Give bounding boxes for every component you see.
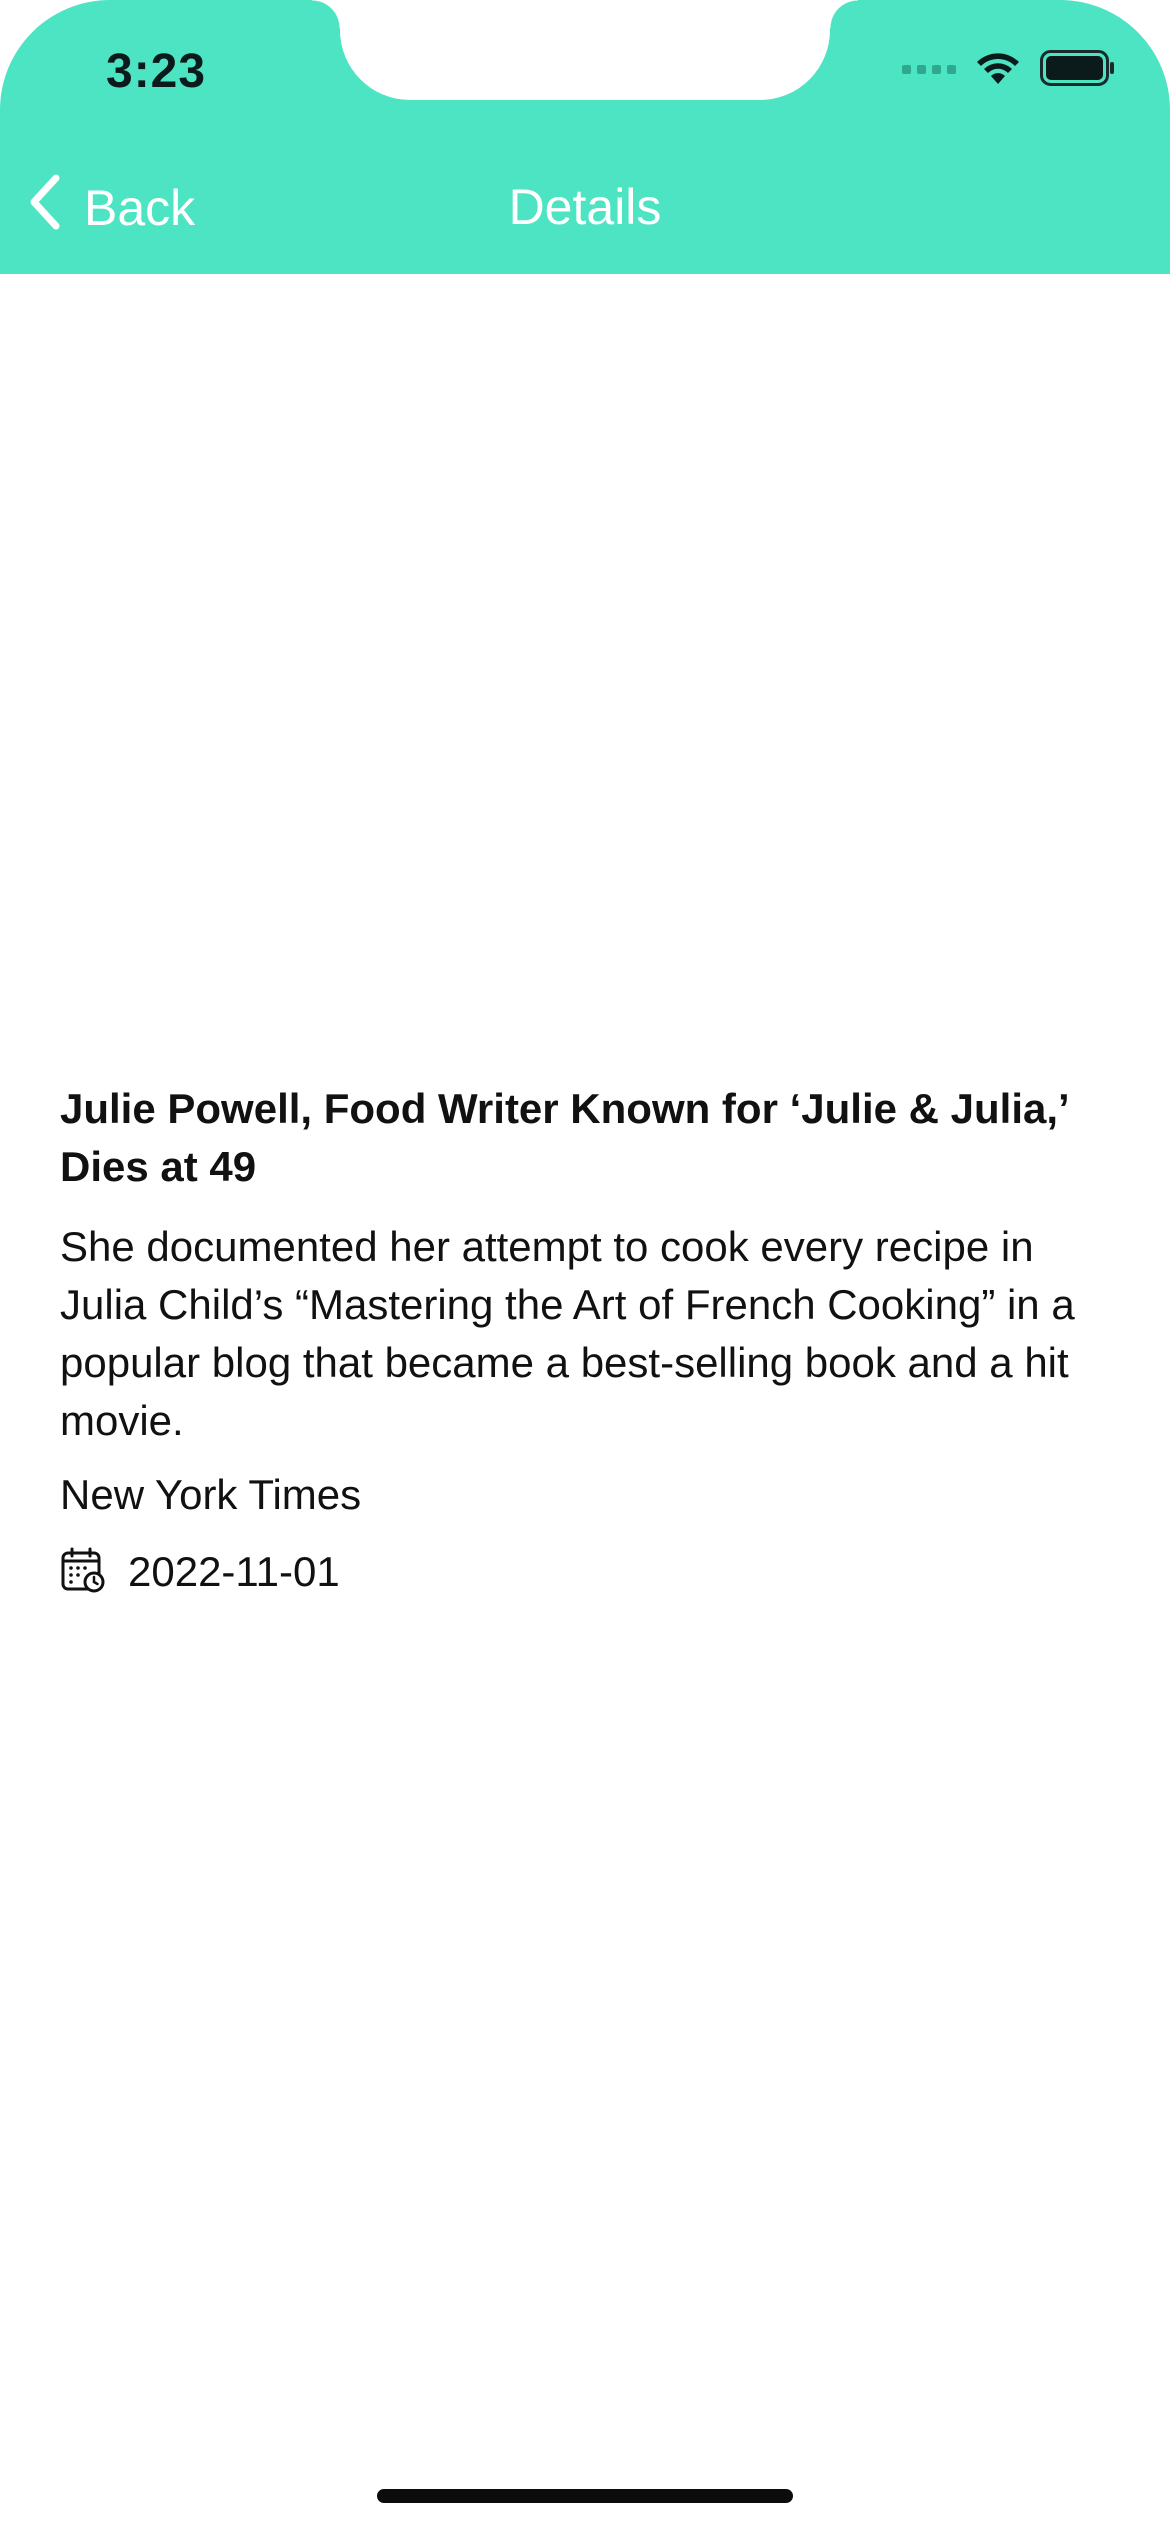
wifi-icon [974,50,1022,91]
calendar-clock-icon [60,1547,106,1598]
article-headline: Julie Powell, Food Writer Known for ‘Jul… [60,1085,1068,1190]
article-date: 2022-11-01 [128,1548,340,1595]
article-summary: She documented her attempt to cook every… [60,1223,1075,1444]
article-date-row: 2022-11-01 [60,1542,1110,1602]
article-details: Julie Powell, Food Writer Known for ‘Jul… [60,1080,1110,1602]
navigation-bar: Back Details [0,160,1170,256]
cellular-signal-icon [902,61,956,79]
page-title: Details [508,179,662,235]
status-bar: 3:23 [0,0,1170,110]
status-time: 3:23 [106,45,207,98]
article-source: New York Times [60,1471,362,1518]
status-icons [902,49,1116,91]
battery-icon [1040,49,1116,91]
home-indicator[interactable] [377,2489,793,2503]
